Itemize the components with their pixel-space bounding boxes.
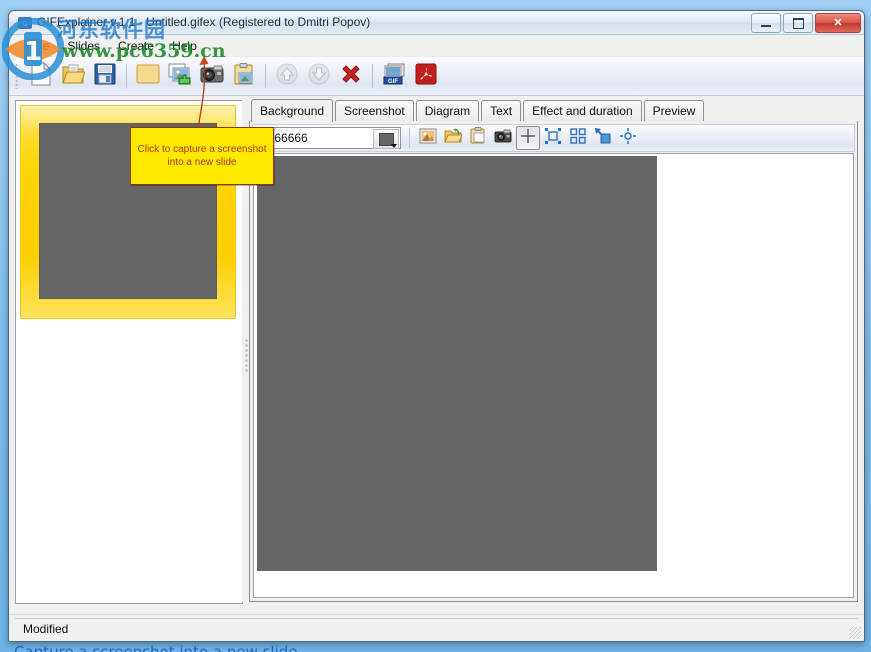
background-image-button[interactable] (416, 126, 440, 150)
window-controls: ✕ (751, 13, 861, 33)
toolbar-save-button[interactable] (89, 60, 121, 92)
delete-x-icon (339, 62, 363, 91)
menu-bar: File Slides Create Help (9, 35, 864, 57)
main-toolbar: GIF (9, 57, 864, 96)
menu-file[interactable]: File (21, 37, 58, 55)
paste-background-button[interactable] (466, 126, 490, 150)
menu-create[interactable]: Create (109, 37, 163, 55)
background-color-input[interactable]: #666666 (255, 127, 401, 149)
fit-to-frame-icon (545, 127, 561, 149)
tab-effect-and-duration[interactable]: Effect and duration (523, 100, 642, 121)
camera-capture-icon (200, 64, 224, 89)
toolbar-separator (265, 64, 266, 88)
open-folder-icon (444, 128, 463, 149)
fit-to-frame-button[interactable] (541, 126, 565, 150)
svg-text:G: G (22, 21, 27, 28)
snap-corner-button[interactable] (591, 126, 615, 150)
center-background-button[interactable] (616, 126, 640, 150)
move-down-arrow-icon (307, 62, 331, 91)
picture-icon (419, 128, 437, 149)
chevron-down-icon (391, 144, 397, 148)
splitter-grip-icon (245, 338, 248, 374)
minimize-icon (761, 24, 771, 27)
title-bar: G GIFExplainer v.1.1 - Untitled.gifex (R… (9, 11, 864, 35)
export-pdf-icon (415, 63, 437, 90)
svg-text:GIF: GIF (388, 79, 398, 85)
watermark-bottom-hint: Capture a screenshot into a new slide (14, 643, 298, 652)
toolbar-export-pdf-button[interactable] (410, 60, 442, 92)
toolbar-export-gif-button[interactable]: GIF (378, 60, 410, 92)
save-floppy-icon (94, 63, 116, 90)
toolbar-open-button[interactable] (57, 60, 89, 92)
toolbar-move-down-button[interactable] (303, 60, 335, 92)
toolbar-new-slide-button[interactable] (132, 60, 164, 92)
export-gif-icon: GIF (382, 63, 406, 90)
menu-slides[interactable]: Slides (58, 37, 109, 55)
tab-diagram[interactable]: Diagram (415, 100, 480, 121)
center-icon (620, 127, 636, 149)
application-window: G GIFExplainer v.1.1 - Untitled.gifex (R… (8, 10, 865, 642)
toolbar-move-up-button[interactable] (271, 60, 303, 92)
camera-icon (494, 129, 512, 148)
resize-grip-icon[interactable] (849, 627, 861, 639)
toolbar-add-image-slide-button[interactable] (164, 60, 196, 92)
status-bar: Modified (9, 614, 864, 641)
maximize-icon (792, 17, 804, 29)
close-button[interactable]: ✕ (815, 13, 861, 33)
background-property-toolbar: #666666 (252, 124, 855, 152)
add-image-slide-icon (168, 63, 192, 90)
minimize-button[interactable] (751, 13, 781, 33)
slide-canvas-area[interactable] (253, 153, 854, 598)
crosshair-move-icon (520, 128, 536, 149)
tile-grid-icon (570, 127, 586, 149)
editor-panel: Background Screenshot Diagram Text Effec… (249, 99, 858, 602)
tile-background-button[interactable] (566, 126, 590, 150)
tab-background[interactable]: Background (251, 99, 334, 122)
background-tab-page: #666666 (249, 121, 858, 602)
paste-clipboard-icon (233, 62, 255, 90)
tab-screenshot[interactable]: Screenshot (335, 100, 414, 121)
toolbar-new-button[interactable] (25, 60, 57, 92)
color-swatch-button[interactable] (373, 129, 399, 149)
snap-corner-icon (595, 127, 611, 149)
close-icon: ✕ (833, 16, 843, 29)
toolbar-separator (126, 64, 127, 88)
status-text: Modified (23, 622, 69, 636)
gif-explainer-icon: G (17, 15, 33, 31)
tab-preview[interactable]: Preview (643, 100, 705, 121)
toolbar-separator (372, 64, 373, 88)
slide-canvas[interactable] (257, 156, 657, 571)
callout-text: Click to capture a screenshot into a new… (137, 144, 267, 168)
move-position-button[interactable] (516, 126, 540, 150)
new-slide-icon (136, 64, 160, 89)
maximize-button[interactable] (783, 13, 813, 33)
toolbar-capture-screenshot-button[interactable] (196, 60, 228, 92)
open-folder-icon (61, 62, 86, 91)
propbar-separator (409, 128, 410, 148)
menu-help[interactable]: Help (163, 37, 206, 55)
window-title: GIFExplainer v.1.1 - Untitled.gifex (Reg… (37, 15, 371, 29)
paste-clipboard-icon (470, 127, 486, 149)
callout-tooltip: Click to capture a screenshot into a new… (130, 127, 274, 185)
screen: G GIFExplainer v.1.1 - Untitled.gifex (R… (0, 0, 871, 652)
toolbar-grip[interactable] (15, 63, 19, 89)
tab-text[interactable]: Text (481, 100, 522, 121)
status-bar-inner: Modified (15, 618, 858, 638)
load-background-image-button[interactable] (441, 126, 465, 150)
capture-background-button[interactable] (491, 126, 515, 150)
move-up-arrow-icon (275, 62, 299, 91)
toolbar-delete-button[interactable] (335, 60, 367, 92)
new-document-icon (30, 61, 52, 91)
toolbar-paste-button[interactable] (228, 60, 260, 92)
editor-tabstrip: Background Screenshot Diagram Text Effec… (249, 99, 858, 122)
